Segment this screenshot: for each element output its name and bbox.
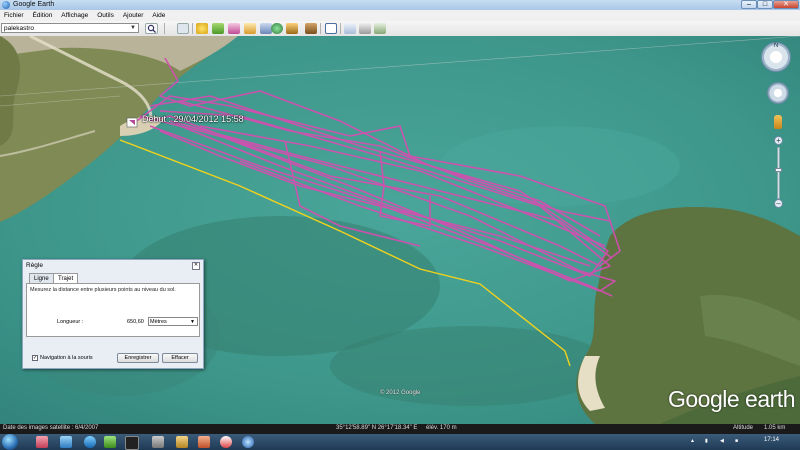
ruler-icon[interactable] xyxy=(325,23,337,34)
unit-select-value: Mètres xyxy=(150,319,167,325)
start-marker xyxy=(126,117,138,128)
polygon-icon[interactable] xyxy=(212,23,224,34)
taskbar-app-icon[interactable] xyxy=(198,436,210,448)
start-button[interactable] xyxy=(2,434,18,450)
imagery-date: Date des images satellite : 6/4/2007 xyxy=(3,425,99,431)
ruler-description: Mesurez la distance entre plusieurs poin… xyxy=(30,287,176,293)
search-button[interactable] xyxy=(145,23,158,34)
north-indicator: N xyxy=(774,43,779,49)
menu-file[interactable]: Fichier xyxy=(0,10,24,19)
map-copyright: © 2012 Google xyxy=(380,390,421,396)
street-view-pegman-icon[interactable] xyxy=(774,115,782,129)
image-overlay-icon[interactable] xyxy=(244,23,256,34)
toolbar-divider xyxy=(320,23,321,34)
cursor-coordinates: 35°12'58.89" N 26°17'18.34" E xyxy=(336,425,418,431)
placemark-icon[interactable] xyxy=(196,23,208,34)
navigation-compass[interactable]: N xyxy=(761,42,791,72)
track-start-label: Début : 29/04/2012 15:58 xyxy=(142,114,244,124)
email-icon[interactable] xyxy=(344,23,356,34)
taskbar-app-icon[interactable] xyxy=(125,436,139,450)
sidebar-toggle-icon[interactable] xyxy=(177,23,189,34)
clear-button[interactable]: Effacer xyxy=(162,353,198,363)
taskbar-app-icon[interactable] xyxy=(36,436,48,448)
zoom-slider-thumb[interactable] xyxy=(775,168,782,172)
folder-icon[interactable] xyxy=(176,436,188,448)
altitude-value: 1.05 km xyxy=(764,425,786,431)
move-joystick[interactable] xyxy=(767,82,789,104)
internet-explorer-icon[interactable] xyxy=(84,436,96,448)
title-bar: Google Earth – □ ✕ xyxy=(0,0,800,10)
menu-add[interactable]: Ajouter xyxy=(119,10,144,19)
close-button[interactable]: ✕ xyxy=(773,0,799,9)
toolbar: ▼ xyxy=(0,21,800,37)
ruler-title: Règle xyxy=(26,262,43,269)
zoom-in-button[interactable]: + xyxy=(774,136,783,145)
toolbar-divider xyxy=(340,23,341,34)
window-title: Google Earth xyxy=(13,1,55,8)
google-earth-logo: Google earth xyxy=(668,386,795,412)
menu-bar: Fichier Édition Affichage Outils Ajouter… xyxy=(0,10,800,21)
network-icon[interactable]: ▮ xyxy=(705,438,708,444)
mouse-navigation-label: Navigation à la souris xyxy=(40,355,93,361)
chevron-down-icon[interactable]: ▼ xyxy=(130,25,136,31)
unit-select[interactable]: Mètres ▼ xyxy=(148,317,198,326)
zoom-out-button[interactable]: – xyxy=(774,199,783,208)
sunlight-icon[interactable] xyxy=(286,23,298,34)
elevation: élév. 170 m xyxy=(426,425,457,431)
taskbar: ▲ ▮ ◀ ■ 17:14 xyxy=(0,434,800,450)
taskbar-clock: 17:14 xyxy=(764,437,780,443)
menu-tools[interactable]: Outils xyxy=(93,10,114,19)
tab-line[interactable]: Ligne xyxy=(29,273,54,283)
google-earth-icon xyxy=(2,1,10,9)
toolbar-divider xyxy=(164,23,165,34)
zoom-slider[interactable] xyxy=(777,147,780,199)
save-button[interactable]: Enregistrer xyxy=(117,353,159,363)
length-label: Longueur : xyxy=(57,319,84,325)
maximize-button[interactable]: □ xyxy=(757,0,773,9)
chrome-icon[interactable] xyxy=(220,436,232,448)
chevron-down-icon: ▼ xyxy=(190,319,195,325)
tray-arrow-icon[interactable]: ▲ xyxy=(690,438,695,444)
close-icon[interactable]: ✕ xyxy=(192,262,200,270)
search-icon xyxy=(147,24,156,33)
toolbar-divider xyxy=(192,23,193,34)
taskbar-app-icon[interactable] xyxy=(60,436,72,448)
volume-icon[interactable]: ◀ xyxy=(720,438,724,444)
ruler-panel: Mesurez la distance entre plusieurs poin… xyxy=(26,283,200,337)
minimize-button[interactable]: – xyxy=(741,0,757,9)
menu-edit[interactable]: Édition xyxy=(28,10,52,19)
view-in-maps-icon[interactable] xyxy=(374,23,386,34)
search-input[interactable] xyxy=(1,23,139,33)
battery-icon[interactable]: ■ xyxy=(735,438,738,444)
altitude-label: Altitude xyxy=(733,425,754,431)
taskbar-app-icon[interactable] xyxy=(152,436,164,448)
path-icon[interactable] xyxy=(228,23,240,34)
mouse-navigation-checkbox[interactable]: ✓ xyxy=(32,355,38,361)
print-icon[interactable] xyxy=(359,23,371,34)
historical-imagery-icon[interactable] xyxy=(271,23,283,34)
google-earth-taskbar-icon[interactable] xyxy=(242,436,254,448)
length-value: 650,60 xyxy=(127,319,144,325)
status-bar: Date des images satellite : 6/4/2007 35°… xyxy=(0,424,800,434)
ruler-dialog: Règle ✕ Ligne Trajet Mesurez la distance… xyxy=(22,259,204,369)
taskbar-app-icon[interactable] xyxy=(104,436,116,448)
menu-view[interactable]: Affichage xyxy=(57,10,88,19)
menu-help[interactable]: Aide xyxy=(148,10,165,19)
planets-icon[interactable] xyxy=(305,23,317,34)
